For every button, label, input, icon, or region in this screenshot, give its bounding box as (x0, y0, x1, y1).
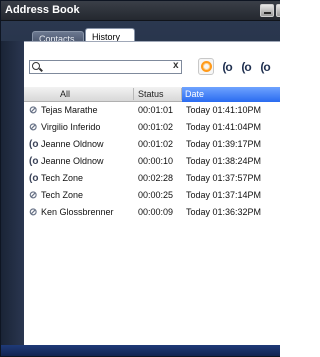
address-book-window: Address Book Contacts History x (o (o (o… (0, 0, 280, 357)
outgoing-call-icon: ⊘ (29, 122, 38, 133)
call-date: Today 01:41:04PM (186, 122, 262, 132)
call-duration: 00:02:28 (138, 173, 174, 183)
column-header-all[interactable]: All (60, 89, 70, 99)
call-date: Today 01:38:24PM (186, 156, 262, 166)
all-calls-filter-icon (200, 61, 212, 72)
call-date: Today 01:39:17PM (186, 139, 262, 149)
history-list: ⊘ Tejas Marathe 00:01:01 Today 01:41:10P… (24, 102, 280, 221)
status-bar (1, 345, 280, 356)
window-title: Address Book (5, 4, 80, 16)
contact-name: Jeanne Oldnow (41, 139, 104, 149)
table-row[interactable]: ⊘ Ken Glossbrenner 00:00:09 Today 01:36:… (24, 204, 280, 221)
search-box[interactable]: x (29, 60, 182, 74)
column-header-status[interactable]: Status (138, 89, 164, 99)
call-duration: 00:01:01 (138, 105, 174, 115)
call-date: Today 01:41:10PM (186, 105, 262, 115)
outgoing-calls-filter-icon: (o (241, 59, 251, 74)
table-row[interactable]: (o Jeanne Oldnow 00:00:10 Today 01:38:24… (24, 153, 280, 170)
incoming-calls-filter-icon: (o (222, 59, 232, 74)
filter-missed-button[interactable]: (o (257, 58, 273, 75)
contact-name: Tech Zone (41, 190, 84, 200)
column-divider[interactable] (133, 88, 134, 100)
incoming-call-icon: (o (29, 139, 39, 150)
outgoing-call-icon: ⊘ (29, 190, 38, 201)
search-icon (32, 62, 40, 70)
call-date: Today 01:37:14PM (186, 190, 262, 200)
call-duration: 00:01:02 (138, 139, 174, 149)
outgoing-call-icon: ⊘ (29, 207, 38, 218)
filter-outgoing-button[interactable]: (o (238, 58, 254, 75)
clear-search-icon[interactable]: x (173, 60, 179, 71)
close-button[interactable] (276, 4, 280, 17)
call-date: Today 01:37:57PM (186, 173, 262, 183)
history-toolbar: x (o (o (o (24, 42, 280, 87)
contact-name: Virgilio Inferido (41, 122, 101, 132)
contact-name: Ken Glossbrenner (41, 207, 114, 217)
tab-bar: Contacts History (1, 23, 280, 44)
table-row[interactable]: (o Tech Zone 00:02:28 Today 01:37:57PM (24, 170, 280, 187)
call-duration: 00:00:25 (138, 190, 174, 200)
table-row[interactable]: ⊘ Tejas Marathe 00:01:01 Today 01:41:10P… (24, 102, 280, 119)
filter-incoming-button[interactable]: (o (219, 58, 235, 75)
contact-name: Tejas Marathe (41, 105, 98, 115)
incoming-call-icon: (o (29, 156, 39, 167)
table-row[interactable]: ⊘ Virgilio Inferido 00:01:02 Today 01:41… (24, 119, 280, 136)
column-header-date[interactable]: Date (182, 87, 280, 102)
table-row[interactable]: (o Jeanne Oldnow 00:01:02 Today 01:39:17… (24, 136, 280, 153)
history-panel: x (o (o (o All Status Date ⊘ Tejas Marat… (24, 41, 280, 345)
contact-name: Jeanne Oldnow (41, 156, 104, 166)
call-duration: 00:00:10 (138, 156, 174, 166)
outgoing-call-icon: ⊘ (29, 105, 38, 116)
minimize-button[interactable] (260, 4, 274, 17)
call-duration: 00:00:09 (138, 207, 174, 217)
incoming-call-icon: (o (29, 173, 39, 184)
left-rail (1, 41, 24, 345)
filter-all-button[interactable] (198, 58, 214, 75)
missed-calls-filter-icon: (o (260, 59, 270, 74)
contact-name: Tech Zone (41, 173, 84, 183)
history-table-header: All Status Date (24, 87, 280, 102)
call-date: Today 01:36:32PM (186, 207, 262, 217)
call-duration: 00:01:02 (138, 122, 174, 132)
search-input[interactable] (44, 61, 164, 73)
table-row[interactable]: ⊘ Tech Zone 00:00:25 Today 01:37:14PM (24, 187, 280, 204)
title-bar[interactable]: Address Book (1, 1, 280, 21)
